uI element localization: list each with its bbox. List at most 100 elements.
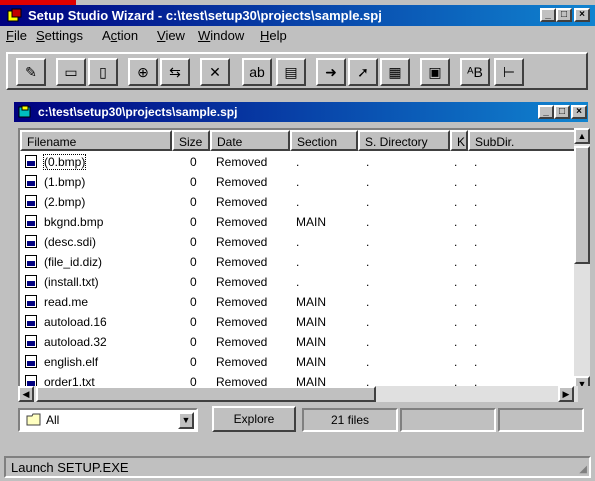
cell-section: . (296, 235, 300, 249)
cell-size: 0 (190, 335, 197, 349)
file-icon (25, 295, 37, 308)
doc-minimize-icon: _ (543, 106, 549, 117)
cell-date: Removed (216, 235, 268, 249)
explore-button[interactable]: Explore (212, 406, 296, 432)
toolbar-button-properties[interactable]: ▤ (276, 58, 306, 86)
compress-icon: ▣ (428, 64, 442, 80)
cell-subdir: . (474, 195, 478, 209)
menu-bar: File Settings Action View Window Help (0, 26, 595, 46)
menu-action[interactable]: Action (102, 28, 138, 43)
scroll-left-button[interactable]: ◀ (18, 386, 34, 402)
column-header-k[interactable]: K (450, 130, 468, 151)
minimize-button[interactable]: _ (540, 8, 556, 22)
column-header-section[interactable]: Section (290, 130, 358, 151)
menu-window[interactable]: Window (198, 28, 244, 43)
app-icon[interactable] (7, 8, 22, 23)
toolbar-button-sort[interactable]: ᴬB (460, 58, 490, 86)
table-row[interactable]: autoload.32 0 Removed MAIN... (20, 332, 576, 352)
cell-section: MAIN (296, 295, 326, 309)
table-row[interactable]: english.elf 0 Removed MAIN... (20, 352, 576, 372)
column-header-date[interactable]: Date (210, 130, 290, 151)
toolbar-button-test[interactable]: ➚ (348, 58, 378, 86)
cell-size: 0 (190, 315, 197, 329)
cell-sdir: . (366, 315, 370, 329)
cell-filename: autoload.32 (44, 335, 107, 349)
table-row[interactable]: (2.bmp) 0 Removed.... (20, 192, 576, 212)
toolbar-button-compress[interactable]: ▣ (420, 58, 450, 86)
cell-filename: bkgnd.bmp (44, 215, 104, 229)
table-row[interactable]: autoload.16 0 Removed MAIN... (20, 312, 576, 332)
close-button[interactable]: × (574, 8, 590, 22)
toolbar-button-calendar[interactable]: ▦ (380, 58, 410, 86)
doc-maximize-button[interactable]: □ (554, 105, 570, 119)
scroll-right-button[interactable]: ▶ (558, 386, 574, 402)
menu-file[interactable]: File (6, 28, 27, 43)
table-row[interactable]: (1.bmp) 0 Removed.... (20, 172, 576, 192)
cell-sdir: . (366, 175, 370, 189)
scroll-up-button[interactable]: ▲ (574, 128, 590, 144)
arrow-left-icon: ◀ (22, 389, 30, 399)
app-title-bar[interactable]: Setup Studio Wizard - c:\test\setup30\pr… (0, 5, 595, 26)
table-row[interactable]: (install.txt) 0 Removed.... (20, 272, 576, 292)
cell-size: 0 (190, 215, 197, 229)
doc-close-button[interactable]: × (571, 105, 587, 119)
cell-filename: (install.txt) (44, 275, 99, 289)
cell-k: . (454, 215, 458, 229)
toolbar: ✎ ▭ ▯ ⊕ ⇆ ✕ ab ▤ ➜ ➚ ▦ ▣ ᴬB ⊢ (6, 52, 588, 90)
table-row[interactable]: read.me 0 Removed MAIN... (20, 292, 576, 312)
doc-minimize-button[interactable]: _ (538, 105, 554, 119)
cell-sdir: . (366, 215, 370, 229)
cell-size: 0 (190, 155, 197, 169)
toolbar-button-tree[interactable]: ⊢ (494, 58, 524, 86)
size-grip-icon[interactable]: ◢ (579, 464, 587, 475)
column-header-size[interactable]: Size (172, 130, 210, 151)
vertical-scroll-thumb[interactable] (574, 146, 590, 264)
cell-filename: (2.bmp) (44, 195, 86, 209)
toolbar-button-rename[interactable]: ab (242, 58, 272, 86)
cell-filename: (desc.sdi) (44, 235, 97, 249)
window-title: Setup Studio Wizard - c:\test\setup30\pr… (28, 8, 382, 23)
toolbar-button-delete[interactable]: ✕ (200, 58, 230, 86)
toolbar-button-open[interactable]: ▭ (56, 58, 86, 86)
horizontal-scrollbar[interactable]: ◀ ▶ (18, 386, 578, 402)
cell-filename: (1.bmp) (44, 175, 86, 189)
horizontal-scroll-thumb[interactable] (36, 386, 376, 402)
properties-icon: ▤ (284, 64, 298, 80)
column-header-filename[interactable]: Filename (20, 130, 172, 151)
toolbar-button-move[interactable]: ⇆ (160, 58, 190, 86)
filter-dropdown-button[interactable]: ▼ (178, 412, 194, 429)
column-header-subdir[interactable]: SubDir. (468, 130, 576, 151)
table-row[interactable]: (0.bmp) 0 Removed.... (20, 152, 576, 172)
file-list[interactable]: Filename Size Date Section S. Directory … (18, 128, 584, 398)
menu-view[interactable]: View (157, 28, 185, 43)
cell-subdir: . (474, 255, 478, 269)
maximize-button[interactable]: □ (556, 8, 572, 22)
table-row[interactable]: (file_id.diz) 0 Removed.... (20, 252, 576, 272)
table-row[interactable]: bkgnd.bmp 0 Removed MAIN... (20, 212, 576, 232)
vertical-scrollbar[interactable]: ▲ ▼ (574, 128, 590, 392)
cell-filename: (file_id.diz) (44, 255, 103, 269)
build-icon: ➜ (325, 64, 337, 80)
menu-settings[interactable]: Settings (36, 28, 83, 43)
file-icon (25, 175, 37, 188)
delete-icon: ✕ (209, 64, 221, 80)
cell-date: Removed (216, 315, 268, 329)
column-header-sdirectory[interactable]: S. Directory (358, 130, 450, 151)
toolbar-button-new[interactable]: ▯ (88, 58, 118, 86)
resize-grip[interactable] (578, 386, 590, 402)
maximize-icon: □ (560, 9, 568, 20)
cell-k: . (454, 235, 458, 249)
document-title-bar[interactable]: c:\test\setup30\projects\sample.spj _ □ … (14, 102, 588, 122)
table-row[interactable]: (desc.sdi) 0 Removed.... (20, 232, 576, 252)
toolbar-button-add-files[interactable]: ⊕ (128, 58, 158, 86)
chevron-down-icon: ▼ (181, 415, 191, 425)
cell-sdir: . (366, 255, 370, 269)
toolbar-button-wizard[interactable]: ✎ (16, 58, 46, 86)
toolbar-button-build[interactable]: ➜ (316, 58, 346, 86)
cell-section: . (296, 195, 300, 209)
document-icon (18, 105, 32, 119)
filter-combobox[interactable]: All ▼ (18, 408, 198, 432)
cell-date: Removed (216, 155, 268, 169)
menu-help[interactable]: Help (260, 28, 287, 43)
doc-maximize-icon: □ (558, 106, 566, 117)
